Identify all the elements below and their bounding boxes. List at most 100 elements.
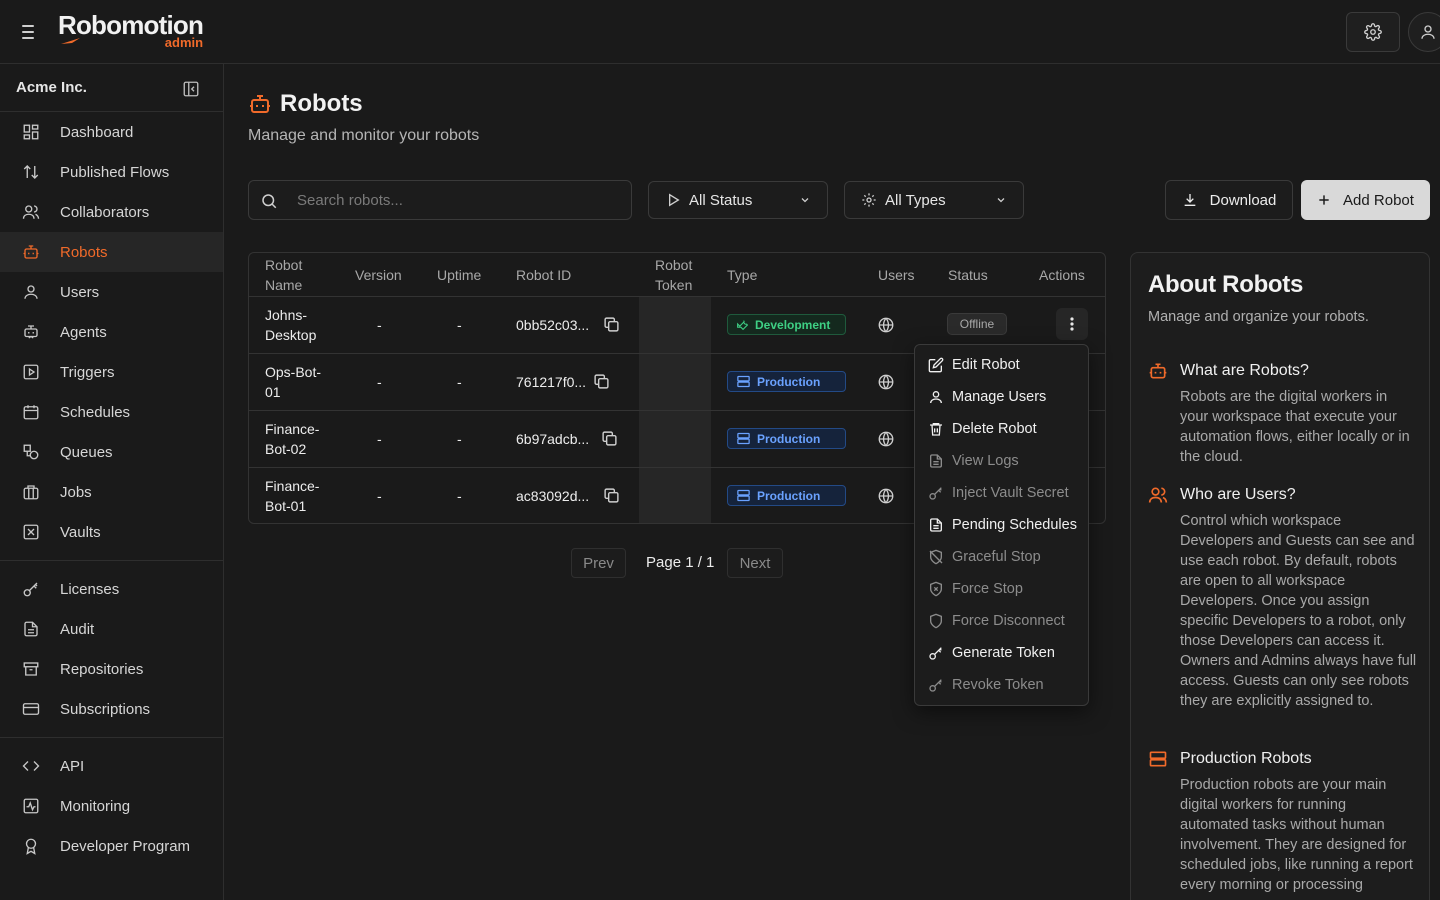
- key-icon: [929, 487, 942, 500]
- sidebar-item-licenses[interactable]: Licenses: [0, 569, 223, 609]
- type-badge: Production: [727, 371, 846, 392]
- sidebar-collapse-icon[interactable]: [182, 80, 200, 98]
- column-header-users[interactable]: Users: [878, 265, 915, 285]
- robot-name: Johns-Desktop: [265, 307, 317, 343]
- logo[interactable]: Robomotion admin: [58, 10, 204, 50]
- sidebar-item-subscriptions[interactable]: Subscriptions: [0, 689, 223, 729]
- robot-id: 0bb52c03...: [516, 317, 590, 333]
- sidebar: Acme Inc. Dashboard Published Flows Coll…: [0, 64, 224, 900]
- globe-icon[interactable]: [877, 430, 895, 448]
- sidebar-item-label: Vaults: [60, 523, 101, 541]
- document-icon: [930, 454, 942, 468]
- menu-item-label: Edit Robot: [952, 357, 1020, 373]
- sidebar-item-monitoring[interactable]: Monitoring: [0, 786, 223, 826]
- about-panel: About Robots Manage and organize your ro…: [1130, 252, 1430, 900]
- download-icon: [1184, 194, 1195, 206]
- row-actions-button[interactable]: [1056, 308, 1088, 340]
- copy-icon[interactable]: [593, 373, 610, 390]
- type-filter-select[interactable]: All Types: [844, 181, 1024, 219]
- about-section-title: What are Robots?: [1180, 362, 1309, 379]
- sidebar-item-agents[interactable]: Agents: [0, 312, 223, 352]
- download-button[interactable]: Download: [1165, 180, 1293, 220]
- sidebar-item-repositories[interactable]: Repositories: [0, 649, 223, 689]
- add-robot-button[interactable]: Add Robot: [1301, 180, 1430, 220]
- column-header-robot-id[interactable]: Robot ID: [516, 265, 571, 285]
- menu-item-edit-robot[interactable]: Edit Robot: [915, 349, 1088, 381]
- prev-page-button[interactable]: Prev: [571, 548, 626, 578]
- type-label: Production: [757, 488, 821, 503]
- sidebar-item-label: Developer Program: [60, 837, 191, 855]
- shield-icon: [930, 613, 942, 629]
- column-header-robot-name[interactable]: Robot Name: [265, 255, 335, 295]
- settings-button[interactable]: [1346, 12, 1400, 52]
- sidebar-item-vaults[interactable]: Vaults: [0, 512, 223, 552]
- robot-uptime: -: [457, 488, 462, 504]
- robot-version: -: [377, 317, 382, 333]
- more-vertical-icon: [1070, 317, 1074, 331]
- column-header-uptime[interactable]: Uptime: [437, 265, 481, 285]
- sidebar-item-users[interactable]: Users: [0, 272, 223, 312]
- menu-item-delete-robot[interactable]: Delete Robot: [915, 413, 1088, 445]
- search-box: [248, 180, 632, 220]
- menu-item-label: Revoke Token: [952, 677, 1044, 693]
- sidebar-item-triggers[interactable]: Triggers: [0, 352, 223, 392]
- sidebar-item-jobs[interactable]: Jobs: [0, 472, 223, 512]
- server-icon: [737, 489, 750, 502]
- sidebar-item-developer-program[interactable]: Developer Program: [0, 826, 223, 866]
- sidebar-item-api[interactable]: API: [0, 746, 223, 786]
- dashboard-icon: [22, 123, 40, 141]
- menu-item-force-disconnect[interactable]: Force Disconnect: [915, 605, 1088, 637]
- type-badge: Development: [727, 314, 846, 335]
- globe-icon[interactable]: [877, 487, 895, 505]
- menu-item-force-stop[interactable]: Force Stop: [915, 573, 1088, 605]
- avatar[interactable]: [1408, 12, 1440, 52]
- robot-name: Ops-Bot-01: [265, 364, 322, 400]
- sidebar-item-robots[interactable]: Robots: [0, 232, 223, 272]
- menu-item-graceful-stop[interactable]: Graceful Stop: [915, 541, 1088, 573]
- menu-item-pending-schedules[interactable]: Pending Schedules: [915, 509, 1088, 541]
- column-header-version[interactable]: Version: [355, 265, 402, 285]
- shield-x-icon: [930, 581, 942, 597]
- column-header-robot-token[interactable]: Robot Token: [655, 255, 705, 295]
- sidebar-item-collaborators[interactable]: Collaborators: [0, 192, 223, 232]
- sidebar-item-audit[interactable]: Audit: [0, 609, 223, 649]
- status-filter-select[interactable]: All Status: [648, 181, 828, 219]
- copy-icon[interactable]: [601, 430, 618, 447]
- about-section-title: Production Robots: [1180, 750, 1312, 767]
- play-square-icon: [22, 363, 40, 381]
- menu-item-inject-vault-secret[interactable]: Inject Vault Secret: [915, 477, 1088, 509]
- logo-subtitle: admin: [164, 35, 204, 50]
- copy-icon[interactable]: [603, 316, 620, 333]
- copy-icon[interactable]: [603, 487, 620, 504]
- sidebar-item-label: Audit: [60, 620, 95, 638]
- robot-icon: [250, 95, 270, 113]
- sidebar-item-schedules[interactable]: Schedules: [0, 392, 223, 432]
- sidebar-item-label: Licenses: [60, 580, 120, 598]
- sidebar-item-label: API: [60, 757, 85, 775]
- sidebar-item-published-flows[interactable]: Published Flows: [0, 152, 223, 192]
- about-section-users: Who are Users? Control which workspace D…: [1148, 485, 1418, 711]
- menu-icon[interactable]: [18, 22, 38, 42]
- sidebar-item-label: Agents: [60, 323, 107, 341]
- column-header-status[interactable]: Status: [948, 265, 988, 285]
- menu-item-manage-users[interactable]: Manage Users: [915, 381, 1088, 413]
- user-icon: [930, 391, 942, 404]
- menu-item-revoke-token[interactable]: Revoke Token: [915, 669, 1088, 701]
- edit-icon: [928, 357, 944, 373]
- sidebar-item-label: Collaborators: [60, 203, 150, 221]
- globe-icon[interactable]: [877, 373, 895, 391]
- server-icon: [737, 432, 750, 445]
- search-input[interactable]: [289, 181, 619, 219]
- sidebar-divider: [0, 737, 223, 738]
- robot-version: -: [377, 488, 382, 504]
- next-page-button[interactable]: Next: [727, 548, 783, 578]
- menu-item-view-logs[interactable]: View Logs: [915, 445, 1088, 477]
- menu-item-generate-token[interactable]: Generate Token: [915, 637, 1088, 669]
- menu-item-label: Force Disconnect: [952, 613, 1065, 629]
- sidebar-item-queues[interactable]: Queues: [0, 432, 223, 472]
- column-header-type[interactable]: Type: [727, 265, 757, 285]
- globe-icon[interactable]: [877, 316, 895, 334]
- code-icon: [22, 757, 40, 775]
- sidebar-item-dashboard[interactable]: Dashboard: [0, 112, 223, 152]
- status-filter-value: All Status: [689, 191, 753, 209]
